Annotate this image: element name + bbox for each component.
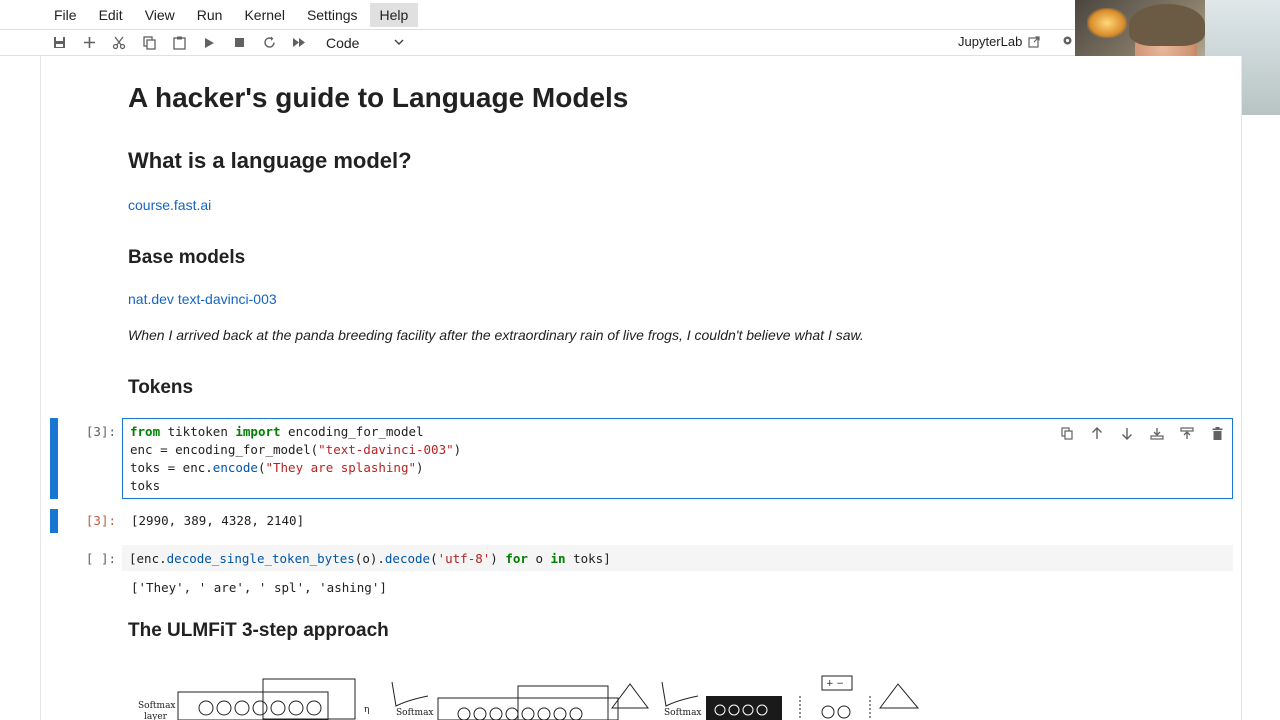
restart-icon[interactable] — [254, 31, 284, 55]
heading-tokens: Tokens — [128, 377, 194, 398]
code-cell-2-editor[interactable]: [enc.decode_single_token_bytes(o).decode… — [122, 545, 1233, 571]
diagram-curve-1 — [391, 681, 429, 707]
cell-type-select[interactable]: Code — [320, 35, 410, 51]
cell2-output: ['They', ' are', ' spl', 'ashing'] — [131, 580, 387, 595]
diagram-nodes-1 — [198, 700, 322, 716]
insert-below-icon[interactable] — [1178, 424, 1196, 442]
code-line-3: toks = enc.encode("They are splashing") — [130, 460, 424, 475]
natdev-link[interactable]: nat.dev text-davinci-003 — [128, 291, 277, 307]
code-cell-editor[interactable]: from tiktoken import encoding_for_model … — [122, 418, 1233, 499]
diagram-plusminus-label: + − — [826, 679, 844, 689]
heading-what-is-lm: What is a language model? — [128, 148, 412, 173]
add-cell-icon[interactable] — [74, 31, 104, 55]
menu-kernel[interactable]: Kernel — [234, 3, 294, 27]
code-line-4: toks — [130, 478, 161, 493]
heading-ulmfit: The ULMFiT 3-step approach — [128, 620, 389, 641]
course-link[interactable]: course.fast.ai — [128, 197, 211, 213]
menu-help[interactable]: Help — [369, 2, 419, 27]
save-icon[interactable] — [44, 31, 74, 55]
move-up-icon[interactable] — [1088, 424, 1106, 442]
fast-forward-icon[interactable] — [284, 31, 314, 55]
cut-icon[interactable] — [104, 31, 134, 55]
diagram-softmax-2: Softmax — [396, 708, 434, 718]
diagram-eta-1: η — [364, 705, 369, 715]
diagram-curve-2 — [661, 681, 699, 707]
move-down-icon[interactable] — [1118, 424, 1136, 442]
menu-file[interactable]: File — [44, 3, 87, 27]
run-icon[interactable] — [194, 31, 224, 55]
duplicate-cell-icon[interactable] — [1058, 424, 1076, 442]
delete-cell-icon[interactable] — [1208, 424, 1226, 442]
code-line-1: from tiktoken import encoding_for_model — [130, 424, 424, 439]
kernel-settings-icon[interactable] — [1061, 34, 1074, 50]
diagram-node-b — [837, 705, 851, 719]
diagram-box-3 — [437, 697, 619, 720]
menu-settings[interactable]: Settings — [297, 3, 368, 27]
diagram-dark-block — [706, 696, 782, 720]
chevron-down-icon — [394, 37, 404, 48]
cell-type-value: Code — [326, 34, 360, 51]
jupyterlab-link[interactable]: JupyterLab — [958, 34, 1040, 49]
external-link-icon — [1028, 35, 1040, 48]
cell-toolbar — [1058, 424, 1226, 442]
example-prompt-quote: When I arrived back at the panda breedin… — [128, 327, 864, 343]
lamp-glow — [1087, 8, 1127, 38]
diagram-softmax-3: Softmax — [664, 708, 702, 718]
ulmfit-diagram: Softmax layer η Softmax Softmax + − — [138, 675, 920, 720]
cell-input-prompt: [3]: — [85, 424, 116, 439]
notebook-title: A hacker's guide to Language Models — [128, 82, 629, 113]
menu-view[interactable]: View — [135, 3, 185, 27]
menu-edit[interactable]: Edit — [89, 3, 133, 27]
diagram-layer-label: layer — [144, 712, 168, 720]
copy-icon[interactable] — [134, 31, 164, 55]
menu-run[interactable]: Run — [187, 3, 233, 27]
cell2-input-prompt: [ ]: — [85, 551, 116, 566]
diagram-softmax-label: Softmax — [138, 701, 176, 711]
cell-output-tokens: [2990, 389, 4328, 2140] — [131, 513, 305, 528]
jupyterlab-label: JupyterLab — [958, 34, 1023, 49]
diagram-dashed-box — [799, 696, 871, 720]
diagram-triangle-2 — [879, 683, 920, 709]
person-hair — [1129, 4, 1205, 46]
diagram-nodes-2 — [457, 707, 583, 720]
code2-line-1: [enc.decode_single_token_bytes(o).decode… — [129, 551, 611, 566]
insert-above-icon[interactable] — [1148, 424, 1166, 442]
diagram-box-4 — [517, 685, 609, 720]
diagram-node-a — [821, 705, 835, 719]
diagram-triangle-1 — [611, 683, 649, 709]
stop-icon[interactable] — [224, 31, 254, 55]
cell-output-prompt: [3]: — [85, 513, 116, 528]
paste-icon[interactable] — [164, 31, 194, 55]
code-line-2: enc = encoding_for_model("text-davinci-0… — [130, 442, 462, 457]
heading-base-models: Base models — [128, 247, 246, 268]
